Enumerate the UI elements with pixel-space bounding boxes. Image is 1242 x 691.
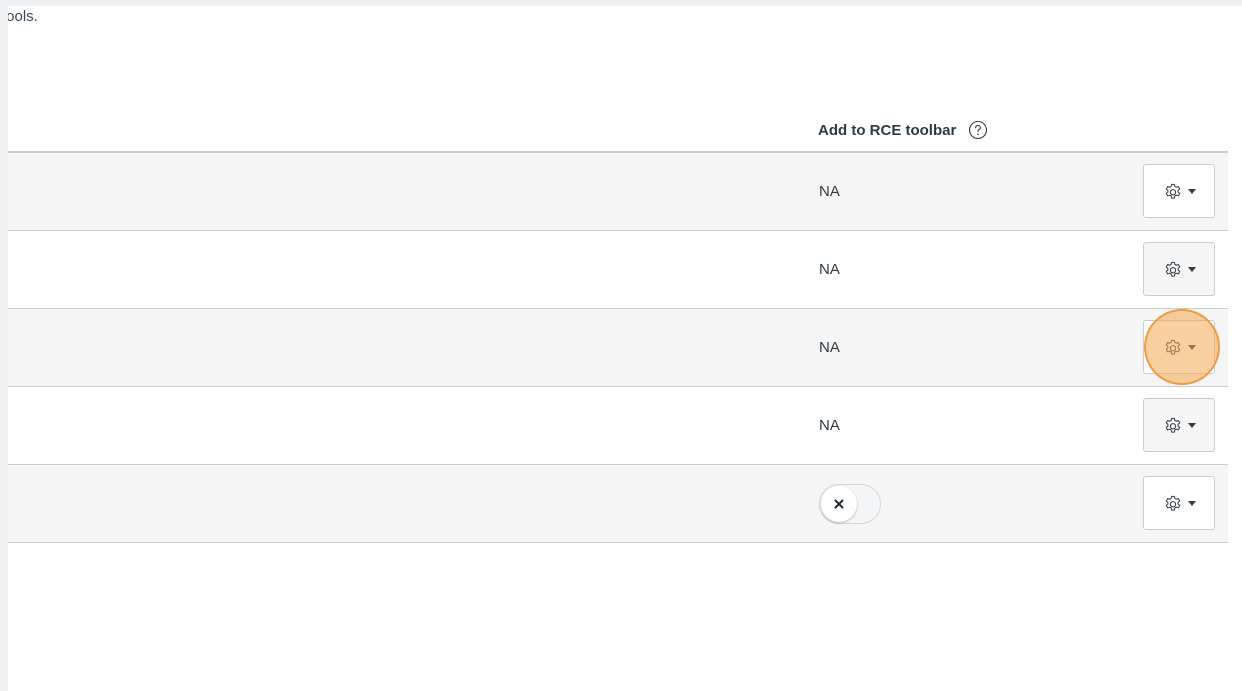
table-header: Add to RCE toolbar bbox=[8, 110, 1228, 153]
table-row: NA bbox=[8, 309, 1228, 387]
column-header-label: Add to RCE toolbar bbox=[818, 121, 957, 139]
caret-down-icon bbox=[1187, 345, 1196, 350]
table-row: NA bbox=[8, 153, 1228, 231]
rce-status: NA bbox=[819, 339, 840, 356]
table-row: NA bbox=[8, 387, 1228, 465]
gear-icon bbox=[1165, 339, 1180, 355]
rce-status: NA bbox=[819, 261, 840, 278]
external-apps-table: Add to RCE toolbar NA NA NA NA bbox=[8, 110, 1228, 543]
settings-menu-button[interactable] bbox=[1143, 164, 1215, 218]
caret-down-icon bbox=[1187, 501, 1196, 506]
gear-icon bbox=[1165, 261, 1180, 277]
table-row: NA bbox=[8, 231, 1228, 309]
settings-menu-button[interactable] bbox=[1143, 320, 1215, 374]
main-content: tools. Add to RCE toolbar NA bbox=[8, 6, 1242, 691]
rce-status: NA bbox=[819, 183, 840, 200]
gear-icon bbox=[1165, 417, 1180, 433]
column-header-add-to-rce-toolbar: Add to RCE toolbar bbox=[818, 120, 988, 140]
question-circle-icon[interactable] bbox=[968, 120, 988, 140]
caret-down-icon bbox=[1187, 423, 1196, 428]
gear-icon bbox=[1165, 495, 1180, 511]
toggle-knob bbox=[821, 485, 857, 522]
settings-menu-button[interactable] bbox=[1143, 242, 1215, 296]
gear-icon bbox=[1165, 183, 1180, 199]
table-row bbox=[8, 465, 1228, 543]
settings-menu-button[interactable] bbox=[1143, 398, 1215, 452]
caret-down-icon bbox=[1187, 267, 1196, 272]
settings-menu-button[interactable] bbox=[1143, 476, 1215, 530]
rce-toggle-cell bbox=[819, 465, 881, 542]
intro-text-fragment: tools. bbox=[8, 8, 38, 24]
x-icon bbox=[834, 499, 844, 508]
add-to-rce-toolbar-toggle[interactable] bbox=[819, 483, 881, 524]
caret-down-icon bbox=[1187, 189, 1196, 194]
rce-status: NA bbox=[819, 417, 840, 434]
intro-text: tools. bbox=[8, 8, 68, 24]
